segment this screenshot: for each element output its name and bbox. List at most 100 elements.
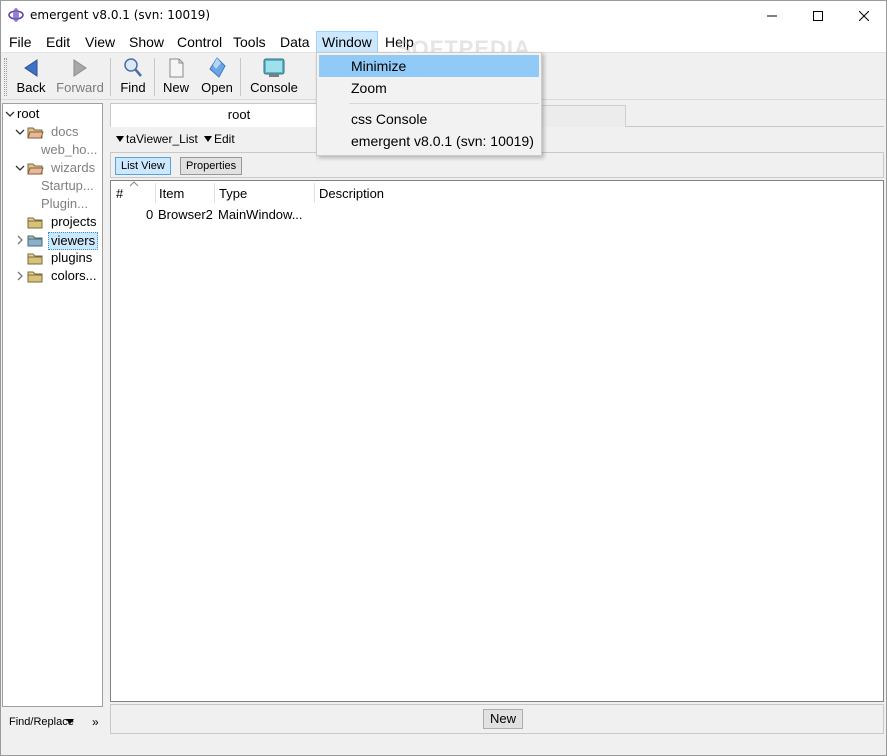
column-header-item[interactable]: Item	[159, 186, 184, 201]
menu-show[interactable]: Show	[129, 34, 164, 52]
magnifier-icon	[124, 58, 142, 77]
menu-item-minimize[interactable]: Minimize	[319, 55, 539, 77]
forward-button[interactable]: Forward	[54, 57, 106, 99]
menu-tools[interactable]: Tools	[233, 34, 266, 52]
chevron-right-icon	[17, 271, 23, 281]
tree-item-plugin[interactable]: Plugin...	[3, 195, 102, 213]
column-header-description[interactable]: Description	[319, 186, 384, 201]
bottom-action-bar: New	[110, 704, 884, 734]
edit-label: Edit	[214, 132, 235, 146]
chevron-down-icon	[15, 165, 25, 171]
menu-control[interactable]: Control	[177, 34, 222, 52]
title-bar: emergent v8.0.1 (svn: 10019)	[0, 0, 887, 31]
toolbar-separator	[240, 58, 241, 96]
tree-label: docs	[51, 124, 79, 139]
folder-icon	[27, 253, 43, 265]
tree-item-projects[interactable]: projects	[3, 213, 102, 231]
back-arrow-icon	[24, 59, 38, 77]
open-folder-icon	[27, 163, 44, 175]
toolbar-separator	[110, 58, 111, 96]
minimize-icon	[767, 15, 777, 16]
sort-ascending-icon	[129, 181, 139, 187]
chevron-right-icon	[17, 235, 23, 245]
tree-label: wizards	[51, 160, 96, 175]
chevron-down-icon	[5, 111, 15, 117]
folder-icon	[27, 217, 43, 229]
menu-data[interactable]: Data	[280, 34, 310, 52]
dropdown-arrow-icon	[116, 136, 124, 142]
more-chevron-icon[interactable]: »	[92, 710, 99, 734]
column-header-type[interactable]: Type	[219, 186, 247, 201]
menu-item-emergent-window[interactable]: emergent v8.0.1 (svn: 10019)	[319, 130, 539, 152]
open-button[interactable]: Open	[200, 57, 234, 99]
tree-item-startup[interactable]: Startup...	[3, 177, 102, 195]
folder-icon	[27, 271, 43, 283]
tab-list-view[interactable]: List View	[115, 157, 171, 175]
maximize-icon	[813, 10, 823, 21]
menu-item-zoom[interactable]: Zoom	[319, 77, 539, 99]
find-replace-dropdown[interactable]: Find/Replace »	[2, 710, 103, 734]
tree-label: projects	[51, 214, 97, 229]
tree-item-web-ho[interactable]: web_ho...	[3, 141, 102, 159]
tree-label: viewers	[48, 232, 99, 250]
console-monitor-icon	[263, 58, 285, 77]
tree-label: Plugin...	[41, 196, 88, 211]
viewer-list-dropdown[interactable]: taViewer_List	[116, 132, 198, 146]
cell-number: 0	[146, 207, 154, 222]
menu-file[interactable]: File	[9, 34, 32, 52]
back-button[interactable]: Back	[12, 57, 50, 99]
tree-label: colors...	[51, 268, 97, 283]
cell-type: MainWindow...	[218, 207, 303, 222]
column-header-number[interactable]: #	[116, 186, 123, 201]
new-document-icon	[169, 58, 184, 78]
tree-label: root	[17, 106, 40, 121]
menu-view[interactable]: View	[85, 34, 115, 52]
find-replace-label: Find/Replace	[9, 716, 74, 728]
tree-label: plugins	[51, 250, 93, 265]
console-button[interactable]: Console	[248, 57, 300, 99]
cell-item: Browser2	[158, 207, 213, 222]
console-label: Console	[250, 80, 298, 95]
column-divider[interactable]	[155, 183, 156, 203]
dropdown-arrow-icon	[204, 136, 212, 142]
find-button[interactable]: Find	[116, 57, 150, 99]
column-divider[interactable]	[214, 183, 215, 203]
tree-item-root[interactable]: root	[3, 105, 102, 123]
tab-properties[interactable]: Properties	[180, 157, 243, 175]
new-button[interactable]: New	[160, 57, 192, 99]
tree-item-wizards[interactable]: wizards	[3, 159, 102, 177]
close-window-button[interactable]	[841, 0, 887, 31]
open-folder-icon	[27, 127, 44, 139]
list-view: # Item Type Description 0 Browser2 MainW…	[110, 180, 884, 702]
tree-panel: root docs web_ho... wizards Startup... P…	[2, 103, 103, 707]
menu-item-css-console[interactable]: css Console	[319, 108, 539, 130]
window-menu-dropdown: Minimize Zoom css Console emergent v8.0.…	[316, 52, 542, 156]
column-divider[interactable]	[314, 183, 315, 203]
menu-window[interactable]: Window	[316, 31, 378, 53]
chevron-down-icon	[15, 129, 25, 135]
dropdown-arrow-icon	[66, 719, 74, 724]
viewer-list-label: taViewer_List	[126, 132, 198, 146]
forward-label: Forward	[56, 80, 104, 95]
tree-item-plugins[interactable]: plugins	[3, 249, 102, 267]
emergent-app-icon	[8, 8, 24, 22]
toolbar-separator	[154, 58, 155, 96]
open-label: Open	[201, 80, 233, 95]
back-label: Back	[16, 80, 46, 95]
maximize-window-button[interactable]	[795, 0, 841, 31]
menu-edit[interactable]: Edit	[46, 34, 70, 52]
new-item-button[interactable]: New	[483, 709, 524, 729]
tree-label: web_ho...	[41, 142, 98, 157]
tree-item-docs[interactable]: docs	[3, 123, 102, 141]
forward-arrow-icon	[73, 59, 87, 77]
new-label: New	[162, 80, 189, 95]
open-icon	[209, 57, 226, 78]
tree-item-viewers[interactable]: viewers	[3, 231, 102, 250]
toolbar-grip[interactable]	[4, 58, 7, 96]
folder-icon	[27, 235, 43, 247]
tree-item-colors[interactable]: colors...	[3, 267, 102, 285]
minimize-window-button[interactable]	[749, 0, 795, 31]
menu-separator	[349, 103, 539, 104]
edit-dropdown[interactable]: Edit	[204, 132, 235, 146]
tree-label: Startup...	[41, 178, 94, 193]
